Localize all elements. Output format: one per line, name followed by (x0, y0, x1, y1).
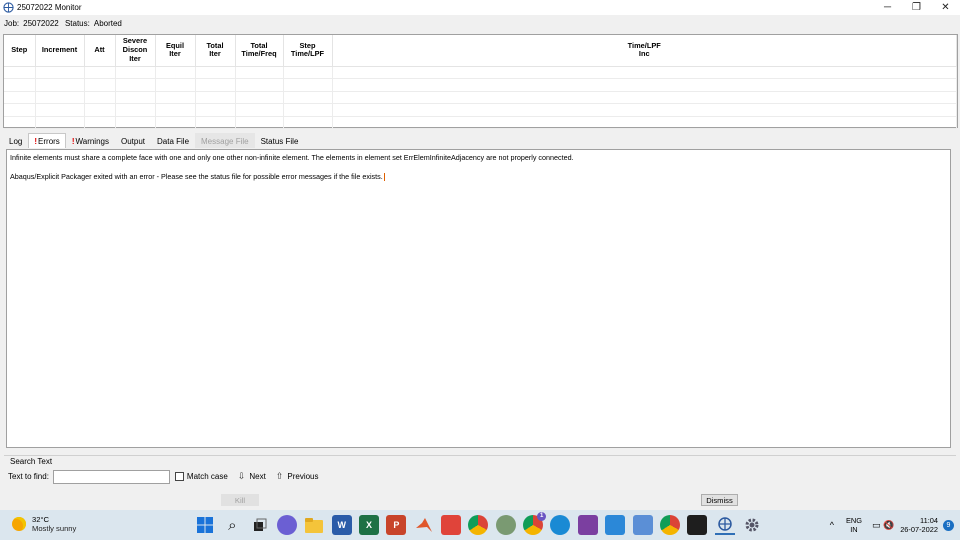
window-controls: ─ ❐ ✕ (873, 0, 960, 15)
tab-message-file: Message File (195, 133, 255, 148)
system-tray: ^ ENG IN ▭ 🔇 11:04 26-07-2022 9 (830, 510, 960, 540)
search-icon[interactable]: ⌕ (222, 515, 242, 535)
table-row (4, 103, 957, 117)
job-name: 25072022 (23, 19, 59, 28)
taskbar: 32°C Mostly sunny ⌕ W X P 1 ^ ENG IN ▭ 🔇… (0, 510, 960, 540)
tab-errors[interactable]: !Errors (28, 133, 66, 148)
teams-chat-icon[interactable] (277, 515, 298, 535)
job-status-line: Job: 25072022 Status: Aborted (4, 19, 126, 28)
network-volume-icon[interactable]: ▭ 🔇 (872, 520, 894, 531)
matlab-icon[interactable] (414, 515, 434, 535)
abaqus-app-icon (3, 2, 14, 13)
word-icon[interactable]: W (331, 515, 352, 535)
col-total-iter[interactable]: Total Iter (195, 35, 236, 67)
search-group-label: Search Text (10, 457, 56, 466)
table-row (4, 78, 957, 92)
excel-icon[interactable]: X (359, 515, 380, 535)
col-increment[interactable]: Increment (35, 35, 85, 67)
table-row (4, 116, 957, 130)
edge-icon[interactable] (550, 515, 571, 535)
col-total-time-freq[interactable]: Total Time/Freq (235, 35, 284, 67)
close-button[interactable]: ✕ (931, 0, 960, 15)
terminal-icon[interactable] (687, 515, 708, 535)
language-indicator[interactable]: ENG IN (846, 516, 862, 534)
col-severe-discon-iter[interactable]: Severe Discon Iter (115, 35, 156, 67)
file-explorer-icon[interactable] (304, 515, 324, 535)
start-icon[interactable] (195, 515, 215, 535)
col-step[interactable]: Step (4, 35, 36, 67)
maps-app-icon[interactable] (495, 515, 516, 535)
clock[interactable]: 11:04 26-07-2022 (900, 516, 938, 534)
col-equil-iter[interactable]: Equil Iter (155, 35, 196, 67)
job-label: Job: (4, 19, 20, 28)
title-bar: 25072022 Monitor ─ ❐ ✕ (0, 0, 960, 15)
arrow-up-icon: ⇧ (275, 471, 284, 481)
window-title: 25072022 Monitor (17, 3, 82, 12)
monitor-tabs: Log !Errors !Warnings Output Data File M… (3, 133, 304, 148)
dismiss-button[interactable]: Dismiss (701, 494, 738, 506)
col-time-lpf-inc[interactable]: Time/LPF Inc (332, 35, 957, 67)
onenote-app-icon[interactable] (577, 515, 598, 535)
abaqus-taskbar-icon[interactable] (714, 515, 735, 535)
status-label: Status: (64, 19, 90, 28)
text-cursor (383, 172, 385, 181)
weather-condition: Mostly sunny (32, 524, 77, 533)
temperature: 32°C (32, 515, 49, 524)
maximize-button[interactable]: ❐ (902, 0, 931, 15)
match-case-checkbox[interactable]: Match case (174, 472, 228, 481)
log-line: Infinite elements must share a complete … (10, 153, 574, 162)
anydesk-icon[interactable] (441, 515, 462, 535)
progress-table[interactable]: Step Increment Att Severe Discon Iter Equi… (3, 34, 958, 130)
job-status: Aborted (93, 19, 122, 28)
badge-count: 1 (537, 512, 547, 521)
sun-icon (12, 517, 26, 531)
log-line: Abaqus/Explicit Packager exited with an … (10, 171, 383, 181)
taskbar-apps: ⌕ W X P 1 (195, 512, 769, 535)
minimize-button[interactable]: ─ (873, 0, 902, 15)
text-to-find-input[interactable] (52, 469, 170, 484)
error-log-textarea[interactable]: Infinite elements must share a complete … (6, 149, 951, 448)
table-row (4, 66, 957, 80)
tab-data-file[interactable]: Data File (151, 133, 195, 148)
checkbox-icon (174, 472, 184, 481)
alert-icon: ! (34, 137, 38, 146)
find-label: Text to find: (8, 472, 49, 481)
search-text-group: Search Text Text to find: Match case ⇩ N… (4, 455, 956, 487)
table-row (4, 91, 957, 105)
arrow-down-icon: ⇩ (237, 471, 246, 481)
previous-button[interactable]: ⇧ Previous (276, 471, 319, 482)
weather-widget[interactable]: 32°C Mostly sunny (12, 515, 76, 533)
task-view-icon[interactable] (250, 515, 270, 535)
tab-log[interactable]: Log (3, 133, 28, 148)
col-att[interactable]: Att (84, 35, 116, 67)
notification-badge-icon[interactable]: 9 (943, 519, 954, 531)
powerpoint-icon[interactable]: P (386, 515, 407, 535)
show-hidden-icons-chevron-icon[interactable]: ^ (830, 520, 834, 530)
table-header-row: Step Increment Att Severe Discon Iter Equi… (4, 35, 957, 67)
tab-warnings[interactable]: !Warnings (66, 133, 115, 148)
settings-gear-icon[interactable] (742, 515, 762, 535)
notepad-icon[interactable] (632, 515, 653, 535)
chrome-icon-2[interactable] (659, 515, 680, 535)
chrome-profile-icon[interactable]: 1 (523, 512, 547, 535)
chrome-icon[interactable] (468, 515, 489, 535)
tab-output[interactable]: Output (115, 133, 151, 148)
tab-status-file[interactable]: Status File (255, 133, 305, 148)
col-step-time-lpf[interactable]: Step Time/LPF (283, 35, 333, 67)
next-button[interactable]: ⇩ Next (238, 471, 266, 482)
kill-button: Kill (221, 494, 259, 506)
photos-icon[interactable] (605, 515, 626, 535)
